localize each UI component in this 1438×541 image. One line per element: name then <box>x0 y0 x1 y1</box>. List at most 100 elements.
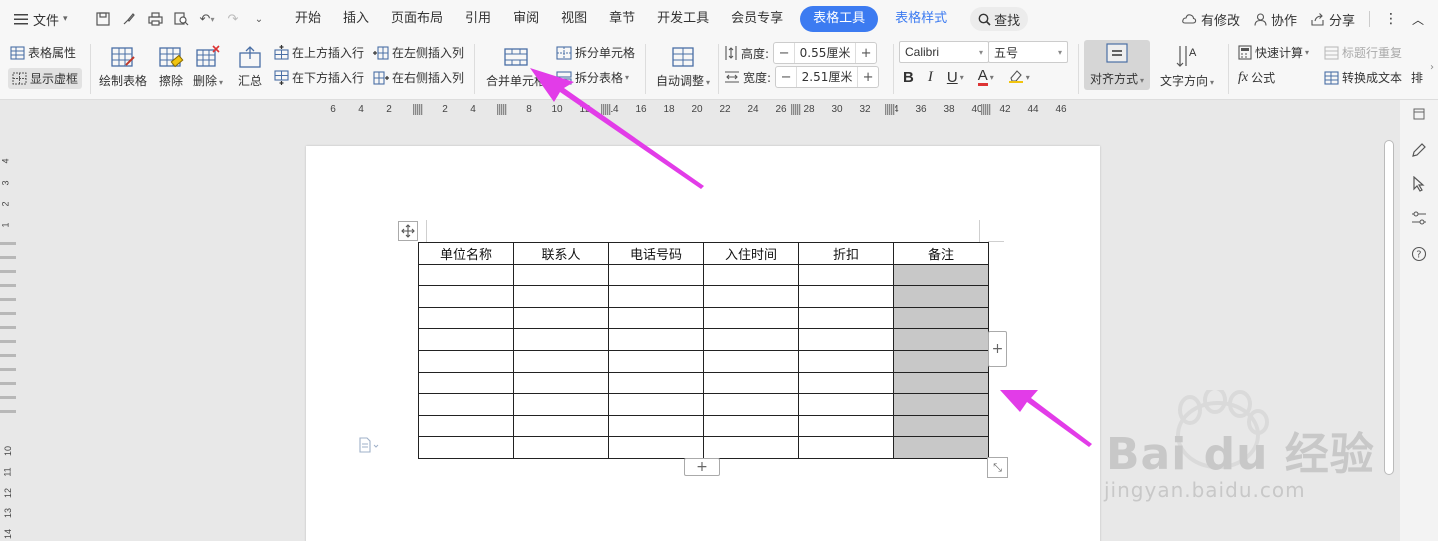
sort-button[interactable]: 排 <box>1411 69 1423 86</box>
table-cell[interactable] <box>513 436 609 459</box>
redo-icon[interactable]: ↷ <box>222 8 244 30</box>
header-cell-contact[interactable]: 联系人 <box>513 242 609 265</box>
document-icon[interactable] <box>358 437 380 457</box>
decrease-width-button[interactable]: − <box>776 70 796 85</box>
table-resize-handle[interactable]: ⤡ <box>987 457 1008 478</box>
print-preview-icon[interactable] <box>170 8 192 30</box>
decrease-height-button[interactable]: − <box>774 46 794 61</box>
table-cell[interactable] <box>893 393 989 416</box>
table-cell[interactable] <box>703 371 799 395</box>
tab-review[interactable]: 审阅 <box>502 6 550 32</box>
table-cell[interactable] <box>513 263 609 287</box>
row-height-stepper[interactable]: − 0.55厘米 + <box>773 42 878 64</box>
table-cell[interactable] <box>893 371 989 395</box>
tab-member[interactable]: 会员专享 <box>720 6 794 32</box>
table-cell[interactable] <box>513 285 609 308</box>
delete-button[interactable]: 删除 ▾ <box>193 42 223 89</box>
cursor-icon[interactable] <box>1409 174 1429 194</box>
table-cell[interactable] <box>798 393 894 416</box>
erase-button[interactable]: 擦除 <box>158 42 184 89</box>
table-cell[interactable] <box>418 371 514 395</box>
col-width-stepper[interactable]: − 2.51厘米 + <box>775 66 880 88</box>
table-cell[interactable] <box>703 306 799 330</box>
table-cell[interactable] <box>608 414 704 438</box>
increase-width-button[interactable]: + <box>858 70 878 85</box>
insert-row-above-button[interactable]: 在上方插入行 <box>274 44 364 61</box>
vertical-scrollbar[interactable] <box>1382 120 1396 541</box>
panel-toggle-icon[interactable] <box>1409 104 1429 124</box>
header-cell-remarks[interactable]: 备注 <box>893 242 989 265</box>
ribbon-scroll-right[interactable]: › <box>1430 62 1434 73</box>
quick-calc-button[interactable]: 快速计算 ▾ <box>1238 44 1309 61</box>
modified-status[interactable]: 有修改 <box>1182 10 1240 29</box>
insert-row-below-button[interactable]: 在下方插入行 <box>274 69 364 86</box>
tab-references[interactable]: 引用 <box>454 6 502 32</box>
show-gridlines-button[interactable]: 显示虚框 <box>8 68 83 89</box>
insert-col-left-button[interactable]: 在左侧插入列 <box>373 44 464 61</box>
font-color-button[interactable]: A ▾ <box>977 68 994 86</box>
table-properties-button[interactable]: 表格属性 <box>10 44 76 61</box>
table-cell[interactable] <box>608 263 704 287</box>
file-menu[interactable]: 文件 ▾ <box>0 10 86 29</box>
settings-sliders-icon[interactable] <box>1409 208 1429 228</box>
data-table[interactable]: 单位名称 联系人 电话号码 入住时间 折扣 备注 <box>418 242 989 459</box>
ruler-column-marker[interactable] <box>601 104 611 115</box>
table-cell[interactable] <box>893 328 989 351</box>
tab-developer[interactable]: 开发工具 <box>646 6 720 32</box>
more-icon[interactable]: ⋮ <box>1384 11 1398 27</box>
underline-button[interactable]: U ▾ <box>947 69 964 86</box>
ruler-column-marker[interactable] <box>497 104 507 115</box>
customize-toolbar-icon[interactable]: ⌄ <box>248 8 270 30</box>
table-cell[interactable] <box>608 371 704 395</box>
table-cell[interactable] <box>513 328 609 351</box>
ruler-column-marker[interactable] <box>791 104 801 115</box>
table-cell[interactable] <box>703 328 799 351</box>
header-cell-phone[interactable]: 电话号码 <box>608 242 704 265</box>
tab-table-tools[interactable]: 表格工具 <box>800 6 879 32</box>
ruler-column-marker[interactable] <box>413 104 423 115</box>
table-move-handle[interactable] <box>398 221 418 241</box>
table-cell[interactable] <box>893 263 989 287</box>
print-icon[interactable] <box>144 8 166 30</box>
add-column-button[interactable]: + <box>988 331 1007 367</box>
ruler-column-marker[interactable] <box>885 104 895 115</box>
auto-fit-button[interactable]: 自动调整 ▾ <box>656 42 710 89</box>
formula-button[interactable]: fx 公式 <box>1238 69 1275 86</box>
table-cell[interactable] <box>703 349 799 373</box>
table-cell[interactable] <box>893 414 989 438</box>
highlight-button[interactable]: ▾ <box>1008 68 1030 87</box>
collapse-ribbon-icon[interactable]: ︿ <box>1412 11 1424 28</box>
table-cell[interactable] <box>418 263 514 287</box>
table-cell[interactable] <box>703 414 799 438</box>
table-cell[interactable] <box>703 436 799 459</box>
italic-button[interactable]: I <box>928 69 933 86</box>
table-cell[interactable] <box>798 263 894 287</box>
convert-to-text-button[interactable]: 转换成文本 <box>1324 69 1402 86</box>
font-name-select[interactable]: Calibri ▾ <box>899 41 989 63</box>
table-cell[interactable] <box>608 349 704 373</box>
table-cell[interactable] <box>513 306 609 330</box>
add-row-button[interactable]: + <box>684 458 720 476</box>
table-cell[interactable] <box>513 349 609 373</box>
table-cell[interactable] <box>798 371 894 395</box>
header-cell-checkin-time[interactable]: 入住时间 <box>703 242 799 265</box>
alignment-button[interactable]: 对齐方式 ▾ <box>1084 40 1150 90</box>
header-cell-unit-name[interactable]: 单位名称 <box>418 242 514 265</box>
row-height-value[interactable]: 0.55厘米 <box>794 43 857 63</box>
brush-icon[interactable] <box>118 8 140 30</box>
search-button[interactable]: 查找 <box>970 7 1029 31</box>
table-cell[interactable] <box>418 349 514 373</box>
text-direction-button[interactable]: A 文字方向 ▾ <box>1160 42 1214 89</box>
edit-icon[interactable] <box>1409 140 1429 160</box>
header-cell-discount[interactable]: 折扣 <box>798 242 894 265</box>
table-cell[interactable] <box>798 349 894 373</box>
table-cell[interactable] <box>513 414 609 438</box>
increase-height-button[interactable]: + <box>856 46 876 61</box>
split-cells-button[interactable]: 拆分单元格 <box>556 44 635 61</box>
font-size-select[interactable]: 五号 ▾ <box>988 41 1068 63</box>
table-cell[interactable] <box>513 371 609 395</box>
table-cell[interactable] <box>798 285 894 308</box>
summary-button[interactable]: 汇总 <box>237 42 263 89</box>
table-cell[interactable] <box>608 306 704 330</box>
table-cell[interactable] <box>893 306 989 330</box>
